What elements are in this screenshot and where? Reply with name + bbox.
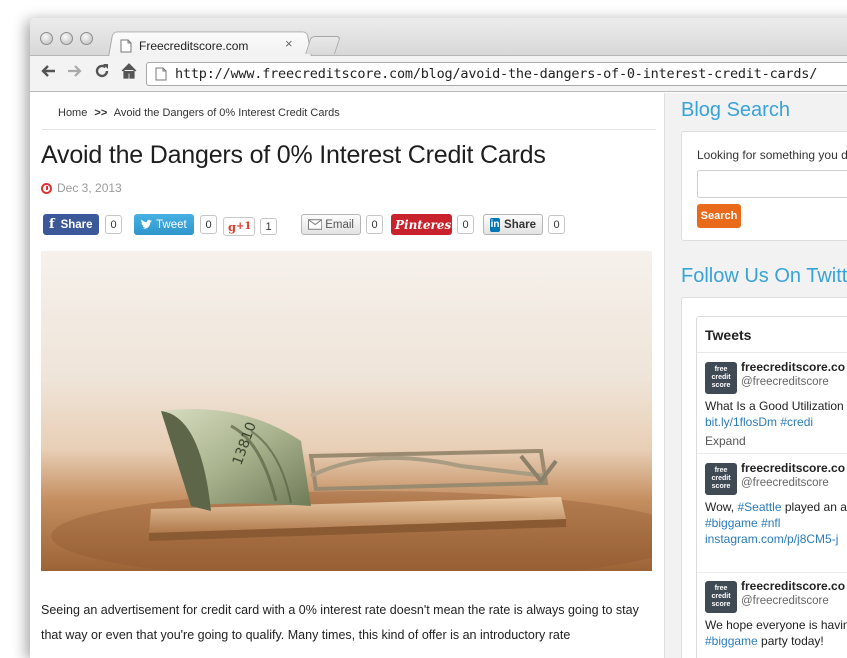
address-bar[interactable]: http://www.freecreditscore.com/blog/avoi… [146, 62, 847, 86]
article-hero-image: 13810 [41, 251, 652, 571]
tweet-body: Wow, [705, 500, 738, 514]
url-text: http://www.freecreditscore.com/blog/avoi… [175, 66, 818, 82]
search-label: Looking for something you d [697, 148, 847, 162]
title-bar: Freecreditscore.com × [30, 18, 847, 57]
main-content: Home >> Avoid the Dangers of 0% Interest… [30, 93, 664, 658]
twitter-bird-icon [141, 219, 152, 229]
tweet-hashtag[interactable]: #biggame [705, 634, 758, 648]
tab-title: Freecreditscore.com [139, 39, 249, 53]
tweet-hashtag[interactable]: #credi [780, 415, 813, 429]
tweet-author-handle[interactable]: @freecreditscore [741, 477, 829, 489]
tweet-text: We hope everyone is havin #biggame party… [705, 617, 847, 649]
avatar[interactable]: free credit score [705, 463, 737, 495]
blog-search-title: Blog Search [681, 99, 790, 121]
linkedin-share-button[interactable]: in Share [483, 214, 543, 235]
tweet-body: We hope everyone is havin [705, 618, 847, 632]
twitter-timeline[interactable]: Tweets free credit score freecreditscore… [696, 316, 847, 658]
back-icon[interactable] [39, 62, 57, 85]
tweet-author-handle[interactable]: @freecreditscore [741, 376, 829, 388]
breadcrumb-divider [42, 129, 656, 130]
tweet-text: Wow, #Seattle played an a tonight! #bigg… [705, 499, 847, 547]
page-icon [120, 39, 132, 53]
date-text: Dec 3, 2013 [57, 181, 122, 195]
clock-icon [41, 182, 52, 194]
browser-toolbar: http://www.freecreditscore.com/blog/avoi… [30, 56, 847, 92]
google-plus-label: +1 [236, 221, 252, 232]
facebook-share-label: Share [60, 218, 93, 231]
new-tab-button[interactable] [305, 36, 341, 54]
tweet-hashtag[interactable]: #biggame [705, 516, 758, 530]
pinterest-button[interactable]: Pinterest [391, 214, 457, 235]
follow-twitter-title: Follow Us On Twitt [681, 265, 847, 287]
close-window-button[interactable] [40, 32, 53, 45]
twitter-tweet-label: Tweet [156, 218, 187, 231]
tweet-item[interactable]: free credit score freecreditscore.co @fr… [697, 354, 847, 454]
tweet-hashtag[interactable]: #Seattle [737, 500, 781, 514]
zoom-window-button[interactable] [80, 32, 93, 45]
article-date: Dec 3, 2013 [41, 181, 122, 195]
reload-icon[interactable] [93, 62, 111, 85]
tab-label-group: Freecreditscore.com [120, 36, 248, 56]
browser-window: Freecreditscore.com × http://www.freecre… [30, 18, 847, 658]
google-plus-count: 1 [260, 218, 277, 235]
google-plus-button[interactable]: g +1 [223, 217, 255, 236]
pinterest-count: 0 [457, 215, 474, 234]
tab-close-icon[interactable]: × [285, 36, 293, 51]
page-icon [155, 67, 167, 81]
web-page: Home >> Avoid the Dangers of 0% Interest… [30, 93, 847, 658]
tweets-header: Tweets [697, 317, 847, 353]
article-title: Avoid the Dangers of 0% Interest Credit … [41, 141, 546, 169]
twitter-panel: Tweets free credit score freecreditscore… [681, 297, 847, 658]
search-input[interactable] [697, 170, 847, 198]
twitter-tweet-button[interactable]: Tweet [134, 214, 194, 235]
tweet-hashtag[interactable]: #nfl [761, 516, 780, 530]
tweet-body: party today! [757, 634, 824, 648]
email-share-label: Email [325, 218, 354, 231]
search-panel: Looking for something you d Search [681, 131, 847, 241]
linkedin-icon: in [490, 217, 501, 232]
breadcrumb-current: Avoid the Dangers of 0% Interest Credit … [113, 107, 340, 119]
tweet-item[interactable]: free credit score freecreditscore.co @fr… [697, 455, 847, 573]
pinterest-label: Pinterest [395, 217, 457, 232]
tweet-body: What Is a Good Utilization Card? [705, 399, 847, 413]
tweet-author-name[interactable]: freecreditscore.co [741, 360, 845, 374]
facebook-share-button[interactable]: f Share [43, 214, 99, 235]
tweet-author-name[interactable]: freecreditscore.co [741, 579, 845, 593]
home-icon[interactable] [120, 62, 138, 85]
tweet-author-handle[interactable]: @freecreditscore [741, 595, 829, 607]
sidebar: Blog Search Looking for something you d … [664, 93, 847, 658]
breadcrumb: Home >> Avoid the Dangers of 0% Interest… [58, 107, 340, 119]
tweet-expand-link[interactable]: Expand [705, 434, 746, 448]
tweet-text: What Is a Good Utilization Card? bit.ly/1… [705, 398, 847, 430]
tweet-item[interactable]: free credit score freecreditscore.co @fr… [697, 573, 847, 658]
avatar[interactable]: free credit score [705, 362, 737, 394]
google-plus-icon: g [228, 219, 237, 234]
linkedin-share-label: Share [504, 218, 536, 231]
avatar[interactable]: free credit score [705, 581, 737, 613]
breadcrumb-separator: >> [94, 107, 108, 119]
facebook-share-count: 0 [105, 215, 122, 234]
breadcrumb-home-link[interactable]: Home [58, 107, 87, 119]
linkedin-share-count: 0 [548, 215, 565, 234]
tweet-link[interactable]: instagram.com/p/j8CM5-j [705, 532, 838, 546]
facebook-icon: f [49, 217, 55, 232]
tweet-link[interactable]: bit.ly/1flosDm [705, 415, 777, 429]
email-share-button[interactable]: Email [301, 214, 361, 235]
forward-icon[interactable] [66, 62, 84, 85]
minimize-window-button[interactable] [60, 32, 73, 45]
twitter-share-count: 0 [200, 215, 217, 234]
envelope-icon [308, 219, 323, 230]
tweet-body: played an a tonight! [784, 500, 847, 514]
tweet-author-name[interactable]: freecreditscore.co [741, 461, 845, 475]
search-button[interactable]: Search [697, 204, 741, 228]
email-share-count: 0 [366, 215, 383, 234]
money-mousetrap-illustration: 13810 [51, 409, 652, 571]
